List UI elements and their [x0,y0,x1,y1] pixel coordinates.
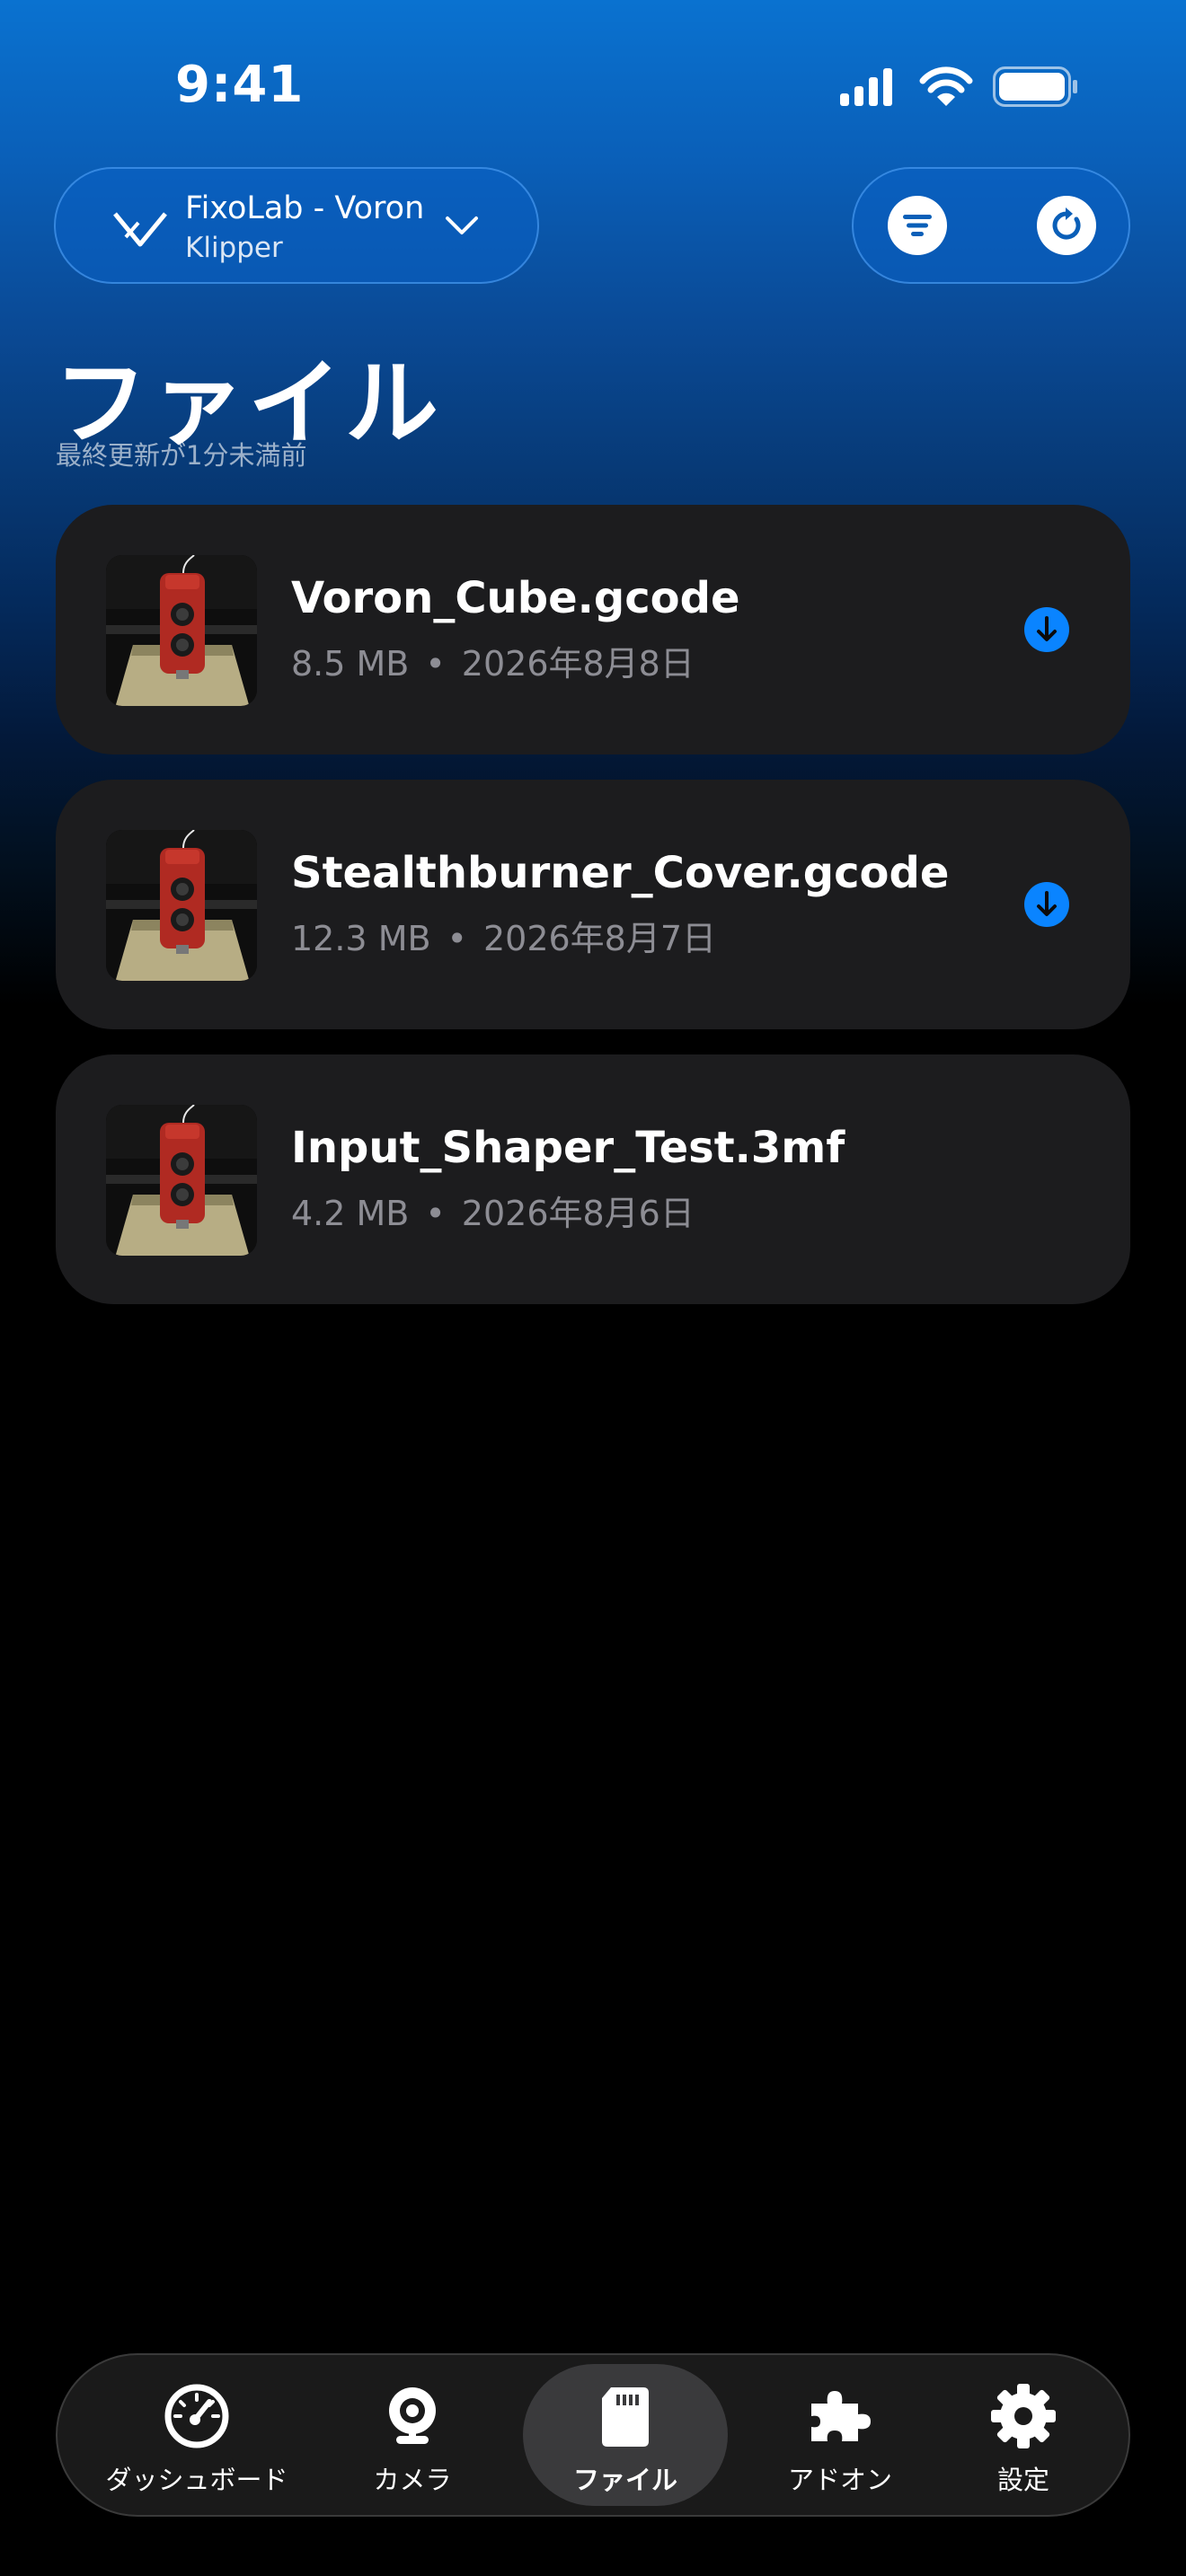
download-button[interactable] [1024,882,1069,927]
meta-separator: • [425,1194,446,1233]
tab-label: ダッシュボード [105,2465,288,2495]
printer-selector[interactable]: FixoLab - Voron Klipper [54,167,539,284]
filter-icon [903,215,932,236]
tab-label: ファイル [572,2465,677,2495]
wifi-icon [919,66,973,106]
file-size: 4.2 MB [291,1194,410,1233]
file-name: Stealthburner_Cover.gcode [291,848,950,898]
status-icons [840,66,1077,107]
file-row[interactable]: Stealthburner_Cover.gcode 12.3 MB • 2026年8… [56,780,1130,1029]
filter-button[interactable] [888,196,947,255]
file-name: Input_Shaper_Test.3mf [291,1123,845,1173]
file-meta: 8.5 MB • 2026年8月8日 [291,636,695,685]
last-updated-text: 最終更新が1分未満前 [56,440,307,471]
file-date: 2026年8月8日 [461,644,695,684]
tab-camera[interactable]: カメラ [336,2355,489,2515]
refresh-button[interactable] [1037,196,1096,255]
printer-firmware: Klipper [185,232,283,264]
battery-icon [993,66,1077,107]
gear-icon [991,2384,1056,2448]
file-row[interactable]: Voron_Cube.gcode 8.5 MB • 2026年8月8日 [56,505,1130,754]
voron-logo-icon [113,212,167,247]
tab-label: カメラ [373,2465,452,2495]
printer-name: FixoLab - Voron [185,190,425,226]
meta-separator: • [447,919,467,958]
gauge-icon [164,2384,229,2448]
tab-label: 設定 [996,2465,1049,2495]
file-thumbnail [106,1105,257,1256]
download-arrow-icon [1037,616,1057,641]
tab-dashboard[interactable]: ダッシュボード [93,2355,300,2515]
tab-files[interactable]: ファイル [523,2355,728,2515]
tab-settings[interactable]: 設定 [956,2355,1091,2515]
file-thumbnail [106,830,257,981]
tab-bar: ダッシュボード カメラ ファイル アドオン 設定 [56,2353,1130,2517]
sd-card-icon [602,2387,649,2447]
chevron-down-icon [446,216,478,234]
file-thumbnail [106,555,257,706]
refresh-icon [1052,207,1081,240]
header-actions [852,167,1130,284]
file-size: 12.3 MB [291,919,431,958]
file-date: 2026年8月6日 [461,1194,695,1233]
tab-label: アドオン [787,2465,892,2495]
webcam-icon [389,2387,436,2444]
meta-separator: • [425,644,446,684]
puzzle-icon [811,2391,871,2441]
download-arrow-icon [1037,891,1057,916]
file-size: 8.5 MB [291,644,410,684]
file-name: Voron_Cube.gcode [291,573,740,623]
cellular-signal-icon [840,68,892,106]
file-meta: 4.2 MB • 2026年8月6日 [291,1186,695,1235]
file-meta: 12.3 MB • 2026年8月7日 [291,911,716,960]
file-date: 2026年8月7日 [482,919,717,958]
status-time: 9:41 [175,56,305,114]
tab-addons[interactable]: アドオン [755,2355,925,2515]
download-button[interactable] [1024,607,1069,652]
file-row[interactable]: Input_Shaper_Test.3mf 4.2 MB • 2026年8月6日 [56,1054,1130,1304]
